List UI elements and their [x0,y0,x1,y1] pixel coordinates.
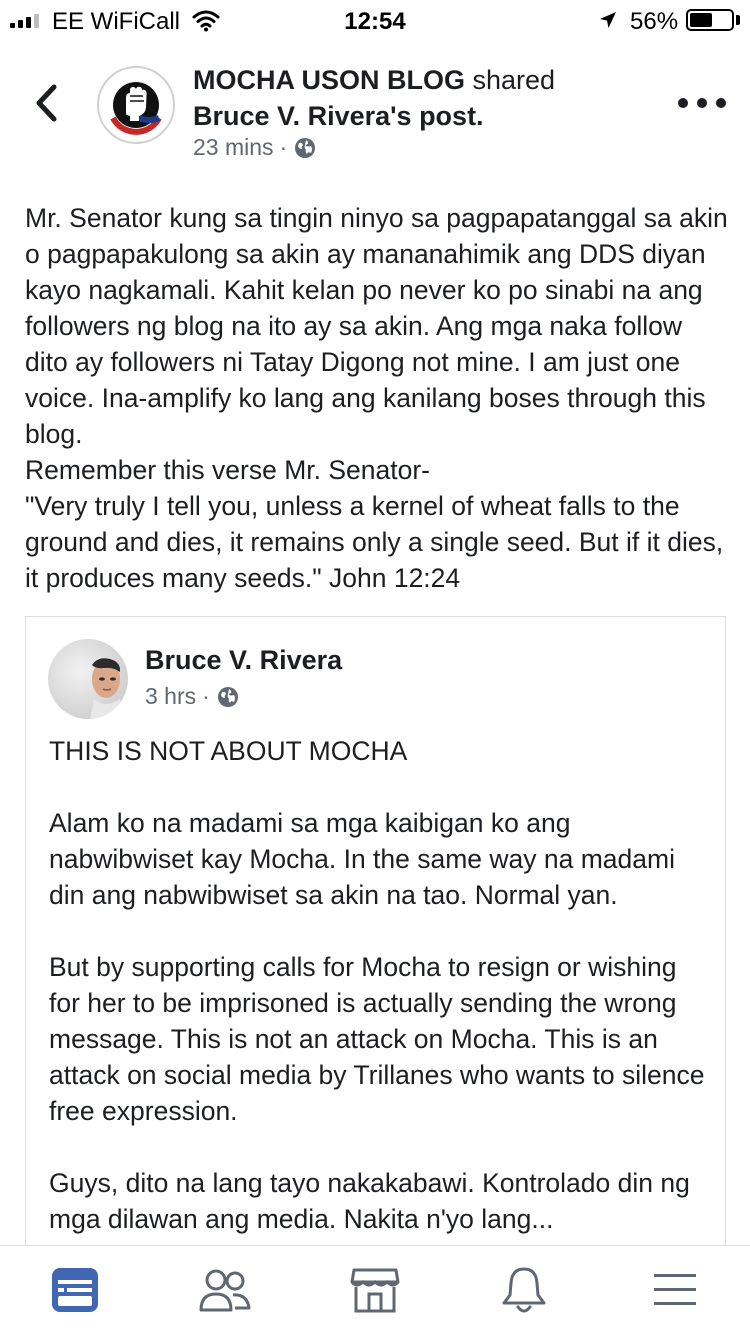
shared-author-name[interactable]: Bruce V. Rivera [145,645,342,676]
friends-icon [199,1269,251,1312]
news-feed-icon [52,1268,98,1312]
page-name-link[interactable]: MOCHA USON BLOG [193,65,465,95]
more-options-button[interactable] [678,88,726,118]
chevron-left-icon [36,84,57,122]
page-avatar[interactable] [97,66,175,144]
more-dot-icon [697,98,707,108]
shared-paragraph: Alam ko na madami sa mga kaibigan ko ang… [49,808,675,910]
post-text: Mr. Senator kung sa tingin ninyo sa pagp… [25,203,728,593]
shared-paragraph: But by supporting calls for Mocha to res… [49,952,705,1126]
tab-friends[interactable] [199,1264,251,1316]
header-line-2: Bruce V. Rivera's post. [193,98,633,134]
shared-paragraph: THIS IS NOT ABOUT MOCHA [49,736,408,766]
more-dot-icon [678,98,688,108]
battery-cap [736,15,740,25]
post-body: Mr. Senator kung sa tingin ninyo sa pagp… [25,200,730,596]
header-line-1: MOCHA USON BLOG shared [193,62,633,98]
post-timestamp[interactable]: 23 mins [193,134,274,161]
author-avatar[interactable] [48,639,128,719]
possessive-post-link[interactable]: 's post. [390,101,483,131]
raised-fist-logo-icon [100,69,172,141]
bottom-tab-bar [0,1245,750,1334]
globe-icon [295,137,316,158]
marketplace-icon [350,1268,400,1313]
post-header: MOCHA USON BLOG shared Bruce V. Rivera's… [193,62,633,134]
tab-marketplace[interactable] [349,1264,401,1316]
tab-menu[interactable] [649,1264,701,1316]
battery-icon [686,9,734,31]
shared-post-body: THIS IS NOT ABOUT MOCHA Alam ko na madam… [49,733,709,1273]
shared-post-timestamp[interactable]: 3 hrs [145,683,196,710]
status-bar: EE WiFiCall 12:54 56% [0,0,750,42]
meta-separator: · [279,134,288,160]
shared-post-card[interactable]: Bruce V. Rivera 3 hrs · THIS IS NOT ABOU… [25,616,726,1316]
battery-level [690,13,712,27]
original-author-link[interactable]: Bruce V. Rivera [193,101,390,131]
shared-post-meta: 3 hrs · [145,683,240,710]
tab-news-feed[interactable] [49,1264,101,1316]
battery-percentage: 56% [630,8,679,35]
post-meta: 23 mins · [193,134,317,161]
location-arrow-icon [600,12,616,28]
menu-icon [654,1274,696,1305]
profile-photo-icon [90,658,124,719]
more-dot-icon [716,98,726,108]
back-button[interactable] [26,78,66,128]
globe-icon [217,686,238,707]
tab-notifications[interactable] [498,1264,550,1316]
shared-label: shared [472,65,556,95]
meta-separator: · [202,683,210,709]
notifications-bell-icon [502,1267,546,1313]
shared-paragraph: Guys, dito na lang tayo nakakabawi. Kont… [49,1168,690,1234]
